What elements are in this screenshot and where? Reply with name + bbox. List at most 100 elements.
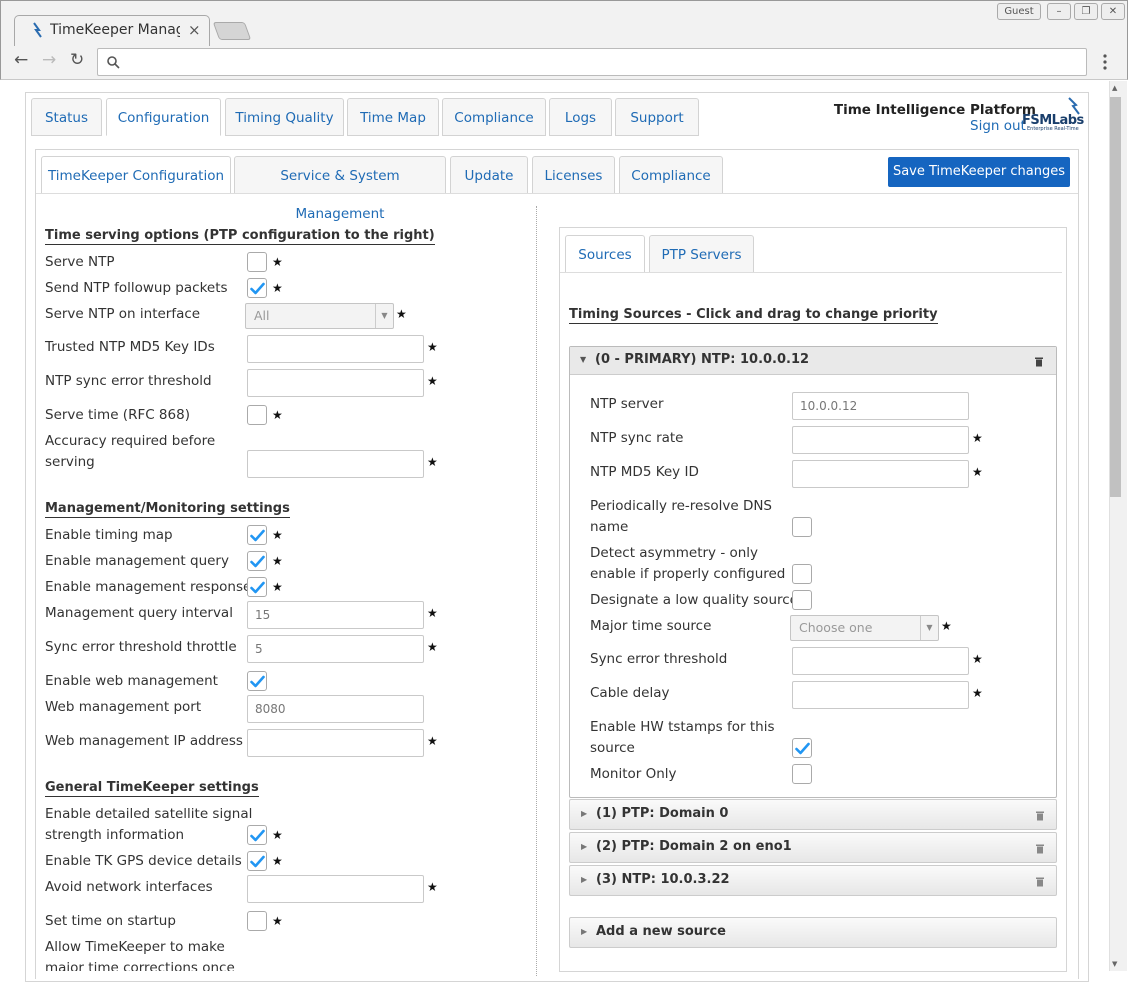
- serve-ntp-label: Serve NTP: [45, 254, 115, 270]
- startup-checkbox[interactable]: [247, 911, 267, 931]
- avoid-input[interactable]: [247, 875, 424, 903]
- maximize-button[interactable]: ❐: [1074, 3, 1098, 20]
- followup-checkbox[interactable]: [247, 278, 267, 298]
- major-source-select[interactable]: Choose one ▼: [790, 615, 939, 641]
- required-star: ★: [972, 652, 983, 666]
- source-item[interactable]: ▶ (2) PTP: Domain 2 on eno1: [569, 832, 1057, 863]
- tab-time-map[interactable]: Time Map: [347, 98, 439, 136]
- tab-configuration[interactable]: Configuration: [106, 98, 221, 136]
- satellite-checkbox[interactable]: [247, 825, 267, 845]
- general-heading: General TimeKeeper settings: [45, 780, 259, 797]
- timing-sources-heading: Timing Sources - Click and drag to chang…: [569, 307, 938, 324]
- tab-timekeeper-configuration[interactable]: TimeKeeper Configuration: [41, 156, 231, 194]
- source-item[interactable]: ▶ (1) PTP: Domain 0: [569, 799, 1057, 830]
- minimize-button[interactable]: –: [1047, 3, 1071, 20]
- asymmetry-label: Detect asymmetry - only: [590, 545, 759, 561]
- address-bar[interactable]: [97, 48, 1087, 76]
- close-tab-icon[interactable]: ×: [188, 21, 201, 39]
- signout-link[interactable]: Sign out: [970, 118, 1026, 134]
- gps-checkbox[interactable]: [247, 851, 267, 871]
- checkmark-icon: [250, 675, 265, 688]
- back-icon[interactable]: ←: [14, 52, 28, 69]
- dns-label-line2: name: [590, 519, 629, 535]
- ip-input[interactable]: [247, 729, 424, 757]
- add-source-button[interactable]: ▶ Add a new source: [569, 917, 1057, 948]
- required-star: ★: [272, 828, 283, 842]
- sync-threshold-input[interactable]: [792, 647, 969, 675]
- major-source-label: Major time source: [590, 618, 712, 634]
- required-star: ★: [427, 606, 438, 620]
- sync-error-input[interactable]: [247, 369, 424, 397]
- reload-icon[interactable]: ↻: [70, 52, 84, 69]
- interface-select[interactable]: All ▼: [245, 303, 394, 329]
- asymmetry-checkbox[interactable]: [792, 564, 812, 584]
- md5-input[interactable]: [247, 335, 424, 363]
- save-button[interactable]: Save TimeKeeper changes: [888, 157, 1070, 187]
- column-separator: [536, 206, 537, 976]
- source-title: (3) NTP: 10.0.3.22: [596, 872, 730, 887]
- rfc868-checkbox[interactable]: [247, 405, 267, 425]
- ntp-server-input[interactable]: 10.0.0.12: [792, 392, 969, 420]
- required-star: ★: [427, 455, 438, 469]
- response-checkbox[interactable]: [247, 577, 267, 597]
- throttle-input[interactable]: 5: [247, 635, 424, 663]
- serve-ntp-checkbox[interactable]: [247, 252, 267, 272]
- throttle-label: Sync error threshold throttle: [45, 639, 237, 655]
- timing-map-checkbox[interactable]: [247, 525, 267, 545]
- tab-licenses[interactable]: Licenses: [532, 156, 615, 194]
- accuracy-input[interactable]: [247, 450, 424, 478]
- menu-icon[interactable]: [1102, 54, 1108, 70]
- checkmark-icon: [250, 829, 265, 842]
- tab-timing-quality[interactable]: Timing Quality: [225, 98, 344, 136]
- source-title: (1) PTP: Domain 0: [596, 806, 729, 821]
- sync-threshold-label: Sync error threshold: [590, 651, 728, 667]
- monitor-only-checkbox[interactable]: [792, 764, 812, 784]
- web-mgmt-checkbox[interactable]: [247, 671, 267, 691]
- query-checkbox[interactable]: [247, 551, 267, 571]
- required-star: ★: [272, 281, 283, 295]
- md5-label: Trusted NTP MD5 Key IDs: [45, 339, 215, 355]
- accuracy-label: Accuracy required before: [45, 433, 216, 449]
- trash-icon[interactable]: [1035, 843, 1045, 854]
- scroll-up-icon[interactable]: ▲: [1112, 84, 1117, 92]
- required-star: ★: [272, 854, 283, 868]
- close-window-button[interactable]: ✕: [1101, 3, 1125, 20]
- expand-arrow-icon: ▼: [580, 355, 587, 364]
- required-star: ★: [272, 914, 283, 928]
- expand-arrow-icon: ▶: [581, 809, 588, 818]
- tab-support[interactable]: Support: [615, 98, 699, 136]
- trash-icon[interactable]: [1034, 356, 1044, 367]
- tab-logs[interactable]: Logs: [549, 98, 612, 136]
- tab-ptp-servers[interactable]: PTP Servers: [649, 235, 754, 273]
- source-item[interactable]: ▶ (3) NTP: 10.0.3.22: [569, 865, 1057, 896]
- favicon-icon: [33, 22, 42, 38]
- scrollbar-thumb[interactable]: [1110, 97, 1121, 497]
- port-input[interactable]: 8080: [247, 695, 424, 723]
- trash-icon[interactable]: [1035, 810, 1045, 821]
- cable-delay-input[interactable]: [792, 681, 969, 709]
- hw-tstamps-checkbox[interactable]: [792, 738, 812, 758]
- dns-checkbox[interactable]: [792, 517, 812, 537]
- profile-button[interactable]: Guest: [997, 3, 1041, 20]
- ntp-md5-label: NTP MD5 Key ID: [590, 464, 699, 480]
- ntp-md5-input[interactable]: [792, 460, 969, 488]
- tab-compliance[interactable]: Compliance: [442, 98, 546, 136]
- ntp-sync-rate-input[interactable]: [792, 426, 969, 454]
- required-star: ★: [941, 619, 952, 633]
- interval-input[interactable]: 15: [247, 601, 424, 629]
- scroll-down-icon[interactable]: ▼: [1112, 960, 1117, 968]
- tab-compliance-config[interactable]: Compliance: [619, 156, 723, 194]
- checkmark-icon: [795, 742, 810, 755]
- tab-sources[interactable]: Sources: [565, 235, 645, 273]
- tab-update[interactable]: Update: [450, 156, 528, 194]
- trash-icon[interactable]: [1035, 876, 1045, 887]
- forward-icon[interactable]: →: [42, 52, 56, 69]
- expand-arrow-icon: ▶: [581, 927, 588, 936]
- low-quality-checkbox[interactable]: [792, 590, 812, 610]
- tab-status[interactable]: Status: [31, 98, 102, 136]
- new-tab-button[interactable]: [212, 22, 252, 40]
- checkmark-icon: [250, 529, 265, 542]
- required-star: ★: [427, 340, 438, 354]
- required-star: ★: [396, 307, 407, 321]
- tab-service-system[interactable]: Service & System Management: [234, 156, 446, 222]
